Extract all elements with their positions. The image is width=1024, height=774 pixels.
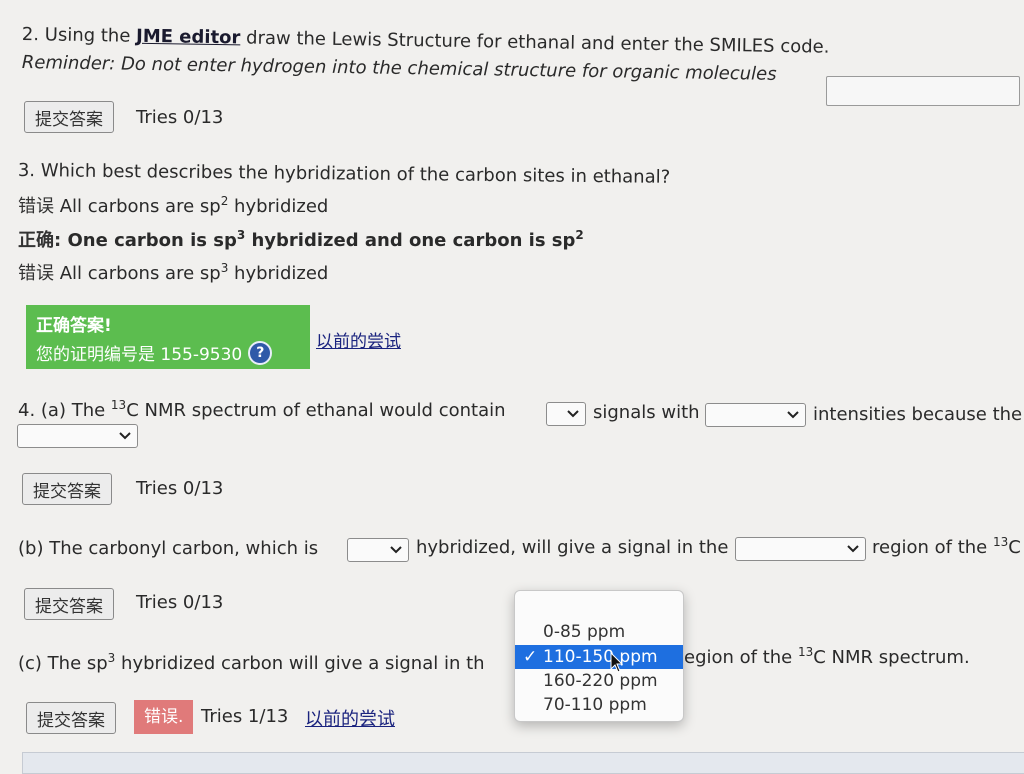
ppm-region-dropdown-menu[interactable]: 0-85 ppm ✓ 110-150 ppm 160-220 ppm 70-11… bbox=[514, 590, 684, 722]
q4b-sup: 13 bbox=[992, 535, 1009, 549]
mouse-cursor-icon bbox=[610, 652, 624, 673]
chevron-down-icon bbox=[787, 406, 799, 424]
dropdown-option-selected[interactable]: ✓ 110-150 ppm bbox=[515, 645, 683, 669]
q4a-prompt-start: 4. (a) The 13C NMR spectrum of ethanal w… bbox=[18, 398, 506, 421]
q4a-mid1: C NMR spectrum of ethanal would contain bbox=[126, 400, 506, 421]
wrong-tag: 错误 bbox=[18, 196, 54, 217]
dropdown-option[interactable]: 160-220 ppm bbox=[515, 669, 683, 693]
q4c-previous-attempts-link[interactable]: 以前的尝试 bbox=[305, 705, 395, 731]
help-icon[interactable]: ? bbox=[248, 340, 273, 365]
q4a-intensity-select[interactable] bbox=[705, 403, 806, 427]
q4c-tries: Tries 1/13 bbox=[201, 706, 289, 727]
q2-reminder: Reminder: Do not enter hydrogen into the… bbox=[21, 52, 777, 85]
q4a-submit-button[interactable]: 提交答案 bbox=[22, 473, 112, 505]
smiles-input[interactable] bbox=[826, 76, 1020, 106]
q3-choice-2: 正确: One carbon is sp3 hybridized and one… bbox=[18, 226, 584, 252]
q3-previous-attempts-link[interactable]: 以前的尝试 bbox=[316, 327, 401, 352]
feedback-certificate: 您的证明编号是 155-9530 ? bbox=[36, 340, 300, 365]
choice-text: One carbon is sp bbox=[67, 230, 237, 251]
q4a-pre: 4. (a) The bbox=[18, 400, 111, 421]
choice-sup-2: 2 bbox=[575, 228, 584, 242]
feedback-title: 正确答案! bbox=[36, 316, 112, 336]
choice-text: All carbons are sp bbox=[59, 263, 221, 284]
chevron-down-icon bbox=[847, 540, 859, 558]
q4c-post: egion of the 13C NMR spectrum. bbox=[684, 645, 970, 668]
q4a-sup: 13 bbox=[110, 398, 127, 412]
q3-question: 3. Which best describes the hybridizatio… bbox=[17, 160, 671, 188]
chevron-down-icon bbox=[567, 405, 579, 423]
q4c-mid-text: hybridized carbon will give a signal in … bbox=[115, 653, 485, 674]
q4a-tries: Tries 0/13 bbox=[136, 478, 224, 499]
q3-choice-1: 错误 All carbons are sp2 hybridized bbox=[18, 192, 328, 218]
option-label: 110-150 ppm bbox=[543, 647, 658, 667]
q4c-pre: (c) The sp3 hybridized carbon will give … bbox=[18, 651, 485, 674]
q4b-post: region of the 13C bbox=[872, 535, 1021, 558]
chevron-down-icon bbox=[390, 541, 402, 559]
q4c-submit-button[interactable]: 提交答案 bbox=[26, 702, 116, 734]
q4b-hybridization-select[interactable] bbox=[347, 538, 409, 562]
certificate-text: 您的证明编号是 155-9530 bbox=[36, 345, 243, 365]
q4a-mid3: intensities because the c bbox=[813, 404, 1024, 425]
q4c-post2: C NMR spectrum. bbox=[813, 647, 970, 668]
dropdown-option[interactable]: 0-85 ppm bbox=[515, 620, 683, 644]
wrong-badge: 错误. bbox=[134, 700, 194, 734]
correct-answer-feedback: 正确答案! 您的证明编号是 155-9530 ? bbox=[26, 305, 310, 369]
choice-text: All carbons are sp bbox=[59, 196, 221, 217]
bottom-panel-edge bbox=[22, 752, 1024, 774]
choice-text-mid: hybridized and one carbon is sp bbox=[245, 230, 576, 251]
q4a-reason-select[interactable] bbox=[17, 424, 138, 448]
q2-prefix: 2. Using the bbox=[21, 24, 131, 47]
choice-text-post: hybridized bbox=[228, 196, 329, 217]
option-label: 0-85 ppm bbox=[543, 622, 626, 642]
q4b-tries: Tries 0/13 bbox=[136, 592, 224, 613]
dropdown-option[interactable]: 70-110 ppm bbox=[515, 693, 683, 717]
q2-prompt: 2. Using the JME editor draw the Lewis S… bbox=[22, 24, 830, 58]
choice-text-post: hybridized bbox=[228, 263, 329, 284]
q2-submit-button[interactable]: 提交答案 bbox=[24, 101, 114, 133]
q4c-sup2: 13 bbox=[797, 645, 814, 659]
q4c-pre-text: (c) The sp bbox=[18, 653, 108, 674]
checkmark-icon: ✓ bbox=[523, 647, 538, 667]
wrong-tag: 错误 bbox=[18, 263, 54, 284]
q4b-submit-button[interactable]: 提交答案 bbox=[24, 588, 114, 620]
q4a-mid2: signals with bbox=[593, 402, 700, 423]
q2-rest: draw the Lewis Structure for ethanal and… bbox=[245, 27, 830, 58]
option-label: 70-110 ppm bbox=[543, 695, 647, 715]
q4a-signal-count-select[interactable] bbox=[546, 402, 586, 426]
q3-choice-3: 错误 All carbons are sp3 hybridized bbox=[18, 259, 328, 285]
q4b-pre: (b) The carbonyl carbon, which is bbox=[18, 538, 319, 559]
q4b-mid: hybridized, will give a signal in the bbox=[416, 537, 729, 558]
q2-tries: Tries 0/13 bbox=[136, 107, 224, 128]
q4b-post2: C bbox=[1008, 537, 1021, 558]
q4c-post-text: egion of the bbox=[684, 647, 798, 668]
q4b-region-select[interactable] bbox=[735, 537, 866, 561]
correct-tag: 正确: bbox=[18, 230, 62, 251]
jme-editor-link[interactable]: JME editor bbox=[136, 26, 241, 49]
option-label: 160-220 ppm bbox=[543, 671, 658, 691]
chevron-down-icon bbox=[119, 427, 131, 445]
q4b-post-text: region of the bbox=[872, 537, 993, 558]
choice-sup: 3 bbox=[236, 228, 246, 242]
